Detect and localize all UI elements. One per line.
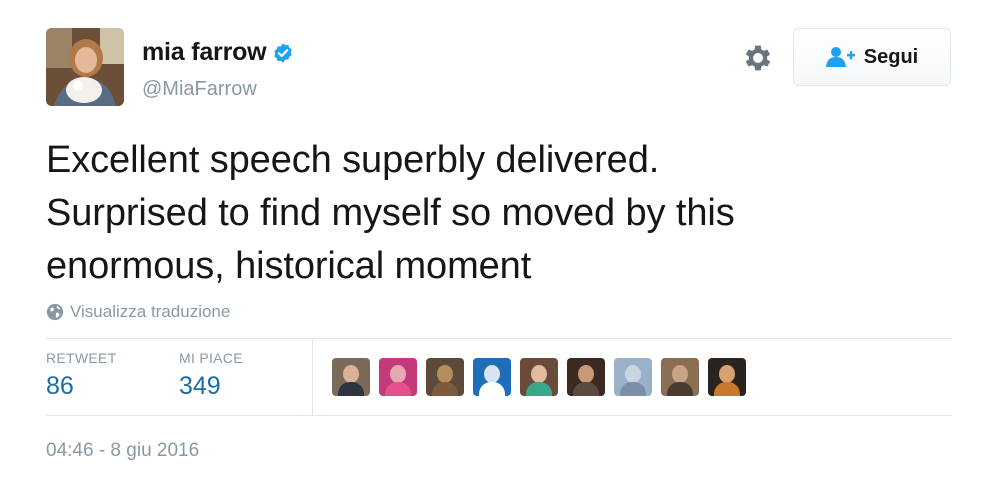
- translate-label: Visualizza traduzione: [70, 302, 231, 321]
- verified-badge-icon: [274, 42, 293, 63]
- likers-avatars: [332, 358, 755, 396]
- retweets-stat[interactable]: RETWEET 86: [46, 350, 117, 401]
- avatar-photo: [46, 28, 124, 106]
- tweet-text-line: Excellent speech superbly delivered.: [46, 139, 660, 181]
- stats-top-divider: [46, 338, 952, 339]
- likes-stat[interactable]: MI PIACE 349: [179, 350, 243, 401]
- liker-avatar[interactable]: [708, 358, 746, 396]
- liker-avatar[interactable]: [661, 358, 699, 396]
- translate-link[interactable]: Visualizza traduzione: [46, 302, 230, 322]
- retweets-label: RETWEET: [46, 350, 117, 366]
- profile-avatar[interactable]: [46, 28, 124, 106]
- gear-icon[interactable]: [741, 41, 775, 75]
- liker-avatar[interactable]: [332, 358, 370, 396]
- liker-avatar[interactable]: [567, 358, 605, 396]
- stats-bottom-divider: [46, 415, 952, 416]
- tweet-text-line: enormous, historical moment: [46, 245, 532, 287]
- follow-button[interactable]: Segui: [793, 28, 951, 86]
- liker-avatar[interactable]: [473, 358, 511, 396]
- liker-avatar[interactable]: [426, 358, 464, 396]
- likes-count: 349: [179, 372, 221, 400]
- add-user-icon: [825, 47, 855, 67]
- liker-avatar[interactable]: [614, 358, 652, 396]
- likes-label: MI PIACE: [179, 350, 243, 366]
- liker-avatar[interactable]: [520, 358, 558, 396]
- globe-icon: [46, 303, 64, 321]
- user-display-name[interactable]: mia farrow: [142, 38, 267, 67]
- user-handle[interactable]: @MiaFarrow: [142, 78, 257, 101]
- stats-vertical-divider: [312, 338, 313, 415]
- liker-avatar[interactable]: [379, 358, 417, 396]
- tweet-text: Excellent speech superbly delivered. Sur…: [46, 134, 946, 293]
- tweet-timestamp[interactable]: 04:46 - 8 giu 2016: [46, 440, 199, 462]
- retweets-count: 86: [46, 372, 74, 400]
- tweet-text-line: Surprised to find myself so moved by thi…: [46, 192, 735, 234]
- follow-button-label: Segui: [863, 45, 919, 68]
- user-name-row[interactable]: mia farrow: [142, 38, 294, 67]
